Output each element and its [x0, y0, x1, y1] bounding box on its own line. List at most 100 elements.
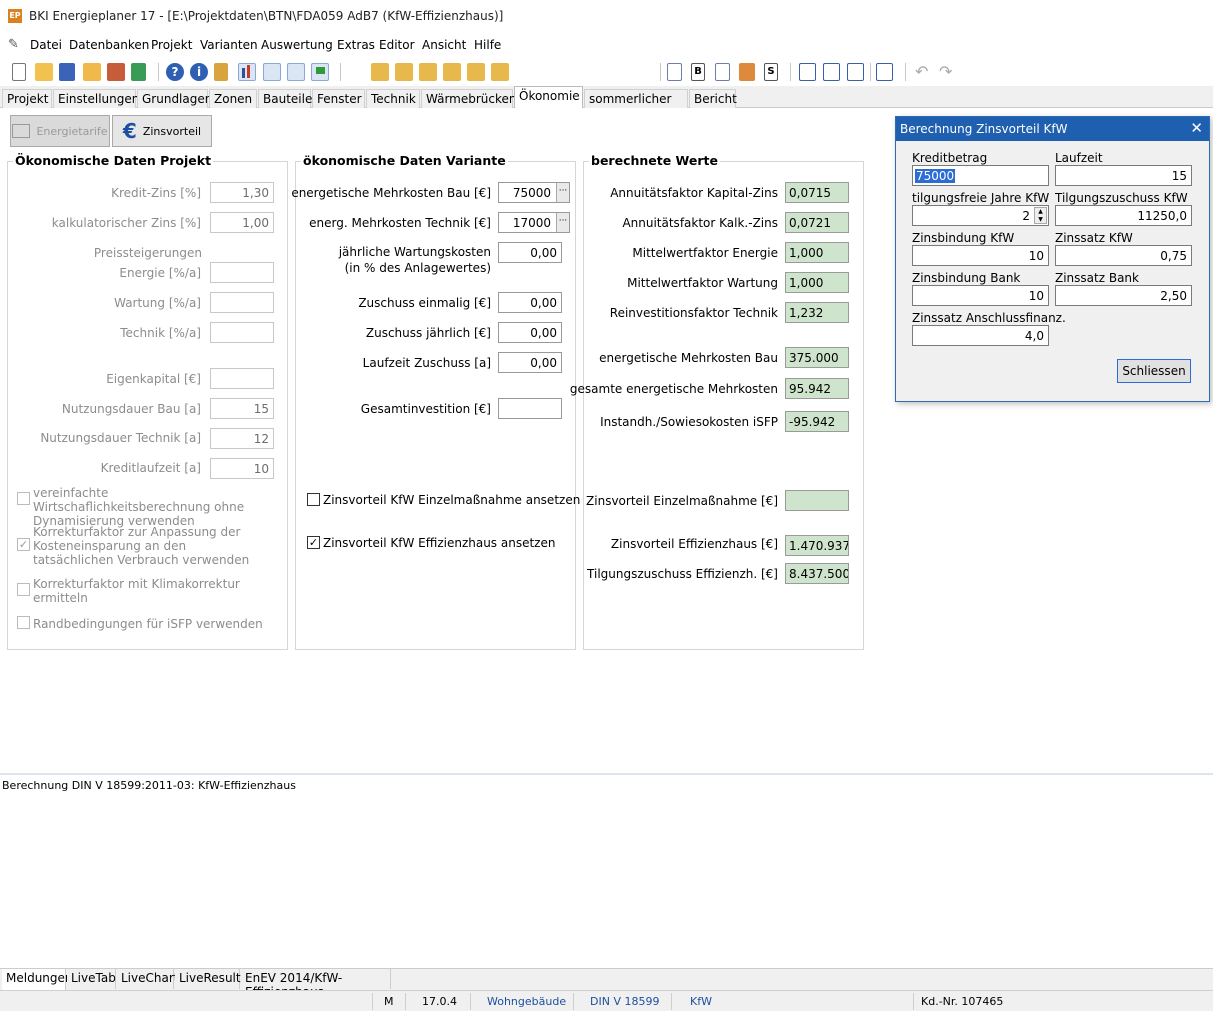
tab-enev[interactable]: EnEV 2014/KfW-Effizienzhaus [241, 969, 391, 999]
layout-icon-1[interactable] [799, 63, 816, 81]
tab-bericht[interactable]: Bericht [689, 89, 737, 108]
tab-livetab[interactable]: LiveTab [67, 969, 116, 989]
copy-icon[interactable] [667, 63, 682, 81]
instand-label: Instandh./Sowiesokosten iSFP [600, 415, 778, 429]
zuschuss-einmalig-input[interactable]: 0,00 [498, 292, 562, 313]
house-icon[interactable] [739, 63, 755, 81]
nd-bau-input[interactable]: 15 [210, 398, 274, 419]
isfp-checkbox[interactable] [17, 616, 30, 629]
variant-copy-icon[interactable] [443, 63, 461, 81]
tilgungsfrei-input[interactable]: 2 ▲ ▼ [912, 205, 1049, 226]
tab-meldungen[interactable]: Meldungen [2, 969, 73, 990]
variant-check-icon[interactable] [491, 63, 509, 81]
nd-technik-input[interactable]: 12 [210, 428, 274, 449]
variant-delete-icon[interactable] [467, 63, 485, 81]
open-folder-icon[interactable] [35, 63, 53, 81]
flag-icon[interactable] [311, 63, 329, 81]
layout-icon-3[interactable] [847, 63, 864, 81]
zinsvorteil-effizienz-checkbox[interactable]: ✓ [307, 536, 320, 549]
open-project-icon[interactable] [83, 63, 101, 81]
zinsvorteil-button[interactable]: € Zinsvorteil [112, 115, 212, 147]
mk-bau-input[interactable]: 75000 ··· [498, 182, 570, 203]
ellipsis-button[interactable]: ··· [556, 183, 569, 202]
energie-input[interactable] [210, 262, 274, 283]
undo-icon[interactable]: ↶ [915, 63, 933, 81]
close-icon[interactable]: ✕ [1190, 119, 1203, 137]
tab-zonen[interactable]: Zonen [209, 89, 257, 108]
tab-liveresults[interactable]: LiveResults [175, 969, 247, 989]
laufzeit-input[interactable]: 15 [1055, 165, 1192, 186]
dialog-title-bar: Berechnung Zinsvorteil KfW [896, 117, 1209, 141]
wartung-input[interactable] [210, 292, 274, 313]
kreditlaufzeit-input[interactable]: 10 [210, 458, 274, 479]
redo-icon[interactable]: ↷ [939, 63, 957, 81]
technik-input[interactable] [210, 322, 274, 343]
anschluss-input[interactable]: 4,0 [912, 325, 1049, 346]
kreditbetrag-input[interactable]: 75000 [912, 165, 1049, 186]
zuschuss-jaehrlich-input[interactable]: 0,00 [498, 322, 562, 343]
zoom-icon[interactable] [715, 63, 730, 81]
tab-bauteile[interactable]: Bauteile [258, 89, 312, 108]
tab-grundlagen[interactable]: Grundlagen [137, 89, 212, 108]
variant-add-icon[interactable] [419, 63, 437, 81]
refresh-icon[interactable] [131, 63, 146, 81]
wrench-icon[interactable] [214, 63, 228, 81]
tab-oekonomie[interactable]: Ökonomie [514, 86, 583, 109]
tilgungszuschuss-input[interactable]: 11250,0 [1055, 205, 1192, 226]
zinsvorteil-einzel-checkbox[interactable] [307, 493, 320, 506]
gesamtinvestition-input[interactable] [498, 398, 562, 419]
variant-icon-2[interactable] [395, 63, 413, 81]
zinssatz-bank-input[interactable]: 2,50 [1055, 285, 1192, 306]
menu-hilfe[interactable]: Hilfe [474, 38, 501, 52]
info-icon[interactable]: i [190, 63, 208, 81]
mk-technik-input[interactable]: 17000 ··· [498, 212, 570, 233]
save-icon[interactable] [59, 63, 75, 81]
menu-datenbanken[interactable]: Datenbanken [69, 38, 149, 52]
bold-b-icon[interactable]: B [691, 63, 705, 81]
help-icon[interactable]: ? [166, 63, 184, 81]
table-icon[interactable] [263, 63, 281, 81]
ellipsis-button[interactable]: ··· [556, 213, 569, 232]
grid-icon[interactable] [287, 63, 305, 81]
tab-einstellungen[interactable]: Einstellungen [53, 89, 139, 108]
variant-icon-1[interactable] [371, 63, 389, 81]
kalk-zins-input[interactable]: 1,00 [210, 212, 274, 233]
klima-checkbox[interactable] [17, 583, 30, 596]
eigenkapital-input[interactable] [210, 368, 274, 389]
zinsbindung-bank-input[interactable]: 10 [912, 285, 1049, 306]
menu-extras[interactable]: Extras [337, 38, 375, 52]
window-grid-icon[interactable] [876, 63, 893, 81]
mk-technik-label: energ. Mehrkosten Technik [€] [309, 216, 491, 230]
menu-ansicht[interactable]: Ansicht [422, 38, 466, 52]
menu-projekt[interactable]: Projekt [151, 38, 192, 52]
menu-editor[interactable]: Editor [379, 38, 415, 52]
energietarife-button[interactable]: Energietarife [10, 115, 110, 147]
wartungskosten-input[interactable]: 0,00 [498, 242, 562, 263]
menu-datei[interactable]: Datei [30, 38, 62, 52]
menu-doc-icon[interactable]: ✎ [8, 37, 19, 52]
korrektur-checkbox[interactable]: ✓ [17, 538, 30, 551]
window-title: BKI Energieplaner 17 - [E:\Projektdaten\… [29, 9, 504, 23]
schliessen-button[interactable]: Schliessen [1117, 359, 1191, 383]
spinner-icon[interactable]: ▲ ▼ [1034, 207, 1047, 224]
s-icon[interactable]: S [764, 63, 778, 81]
zv-effizienz-label: Zinsvorteil Effizienzhaus [€] [610, 537, 778, 551]
tab-waermebruecken[interactable]: Wärmebrücken [421, 89, 517, 108]
zinssatz-kfw-input[interactable]: 0,75 [1055, 245, 1192, 266]
zinsbindung-kfw-input[interactable]: 10 [912, 245, 1049, 266]
tab-projekt[interactable]: Projekt [2, 89, 52, 108]
layout-icon-2[interactable] [823, 63, 840, 81]
kredit-zins-input[interactable]: 1,30 [210, 182, 274, 203]
new-file-icon[interactable] [12, 63, 26, 81]
tab-sommerlicher-ws[interactable]: sommerlicher WS [584, 89, 688, 120]
chart-icon[interactable] [238, 63, 256, 81]
import-icon[interactable] [107, 63, 125, 81]
menu-varianten[interactable]: Varianten [200, 38, 258, 52]
laufzeit-zuschuss-input[interactable]: 0,00 [498, 352, 562, 373]
energietarife-label: Energietarife [36, 124, 108, 138]
vereinfacht-checkbox[interactable] [17, 492, 30, 505]
tab-livechart[interactable]: LiveChart [117, 969, 178, 989]
tab-technik[interactable]: Technik [366, 89, 420, 108]
tab-fenster[interactable]: Fenster [312, 89, 365, 108]
menu-auswertung[interactable]: Auswertung [261, 38, 333, 52]
